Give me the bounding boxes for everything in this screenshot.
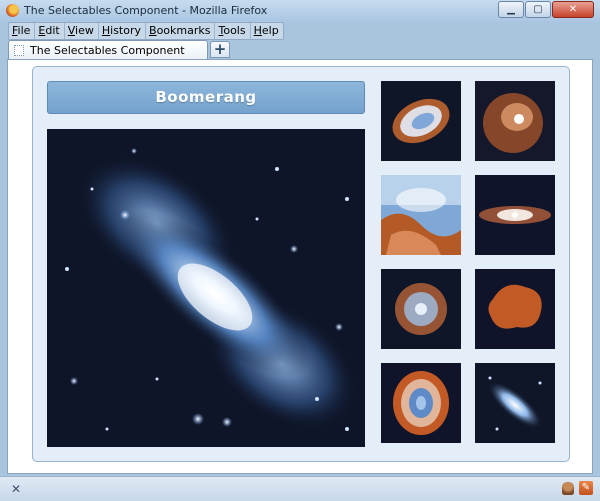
firefox-logo-icon <box>6 4 19 17</box>
pencil-icon[interactable]: ✎ <box>579 481 593 495</box>
selected-image <box>47 129 365 447</box>
page-viewport: Boomerang <box>7 59 593 474</box>
supernova-remnant-icon <box>381 269 461 349</box>
page-icon <box>14 45 24 56</box>
maximize-button[interactable]: ▢ <box>525 1 551 18</box>
addon-icon[interactable] <box>562 482 574 495</box>
boomerang-nebula-thumb[interactable] <box>475 363 555 443</box>
menu-view[interactable]: View <box>65 23 99 39</box>
window-titlebar: The Selectables Component - Mozilla Fire… <box>0 0 600 22</box>
orion-nebula-thumb[interactable] <box>475 81 555 161</box>
close-findbar-icon[interactable]: ✕ <box>11 482 21 496</box>
status-bar: ✕ ✎ <box>0 476 600 501</box>
tab-label: The Selectables Component <box>30 44 185 57</box>
boomerang-nebula-icon <box>475 363 555 443</box>
eagle-nebula-pillars-icon <box>381 175 461 255</box>
tab-selectables-component[interactable]: The Selectables Component <box>8 40 208 60</box>
menu-tools[interactable]: Tools <box>215 23 251 39</box>
menu-history[interactable]: History <box>99 23 147 39</box>
window-controls: ▁ ▢ ✕ <box>498 1 594 18</box>
sombrero-galaxy-thumb[interactable] <box>475 175 555 255</box>
tab-strip: The Selectables Component + <box>0 38 600 60</box>
menu-help[interactable]: Help <box>251 23 283 39</box>
boomerang-nebula-image <box>47 129 365 447</box>
new-tab-button[interactable]: + <box>210 41 230 58</box>
menu-bookmarks[interactable]: Bookmarks <box>146 23 216 39</box>
minimize-button[interactable]: ▁ <box>498 1 524 18</box>
menu-edit[interactable]: Edit <box>35 23 65 39</box>
red-nebula-thumb[interactable] <box>475 269 555 349</box>
menu-file[interactable]: File <box>9 23 36 39</box>
window-title: The Selectables Component - Mozilla Fire… <box>24 4 268 17</box>
selectables-component: Boomerang <box>32 66 570 462</box>
red-cloud-nebula-icon <box>475 269 555 349</box>
crab-nebula-thumb[interactable] <box>381 81 461 161</box>
selected-image-title: Boomerang <box>47 81 365 114</box>
ring-nebula-thumb[interactable] <box>381 363 461 443</box>
crab-nebula-icon <box>381 81 461 161</box>
supernova-remnant-thumb[interactable] <box>381 269 461 349</box>
eagle-nebula-thumb[interactable] <box>381 175 461 255</box>
orion-nebula-icon <box>475 81 555 161</box>
edge-on-galaxy-icon <box>475 175 555 255</box>
ring-nebula-icon <box>381 363 461 443</box>
close-button[interactable]: ✕ <box>552 1 594 18</box>
